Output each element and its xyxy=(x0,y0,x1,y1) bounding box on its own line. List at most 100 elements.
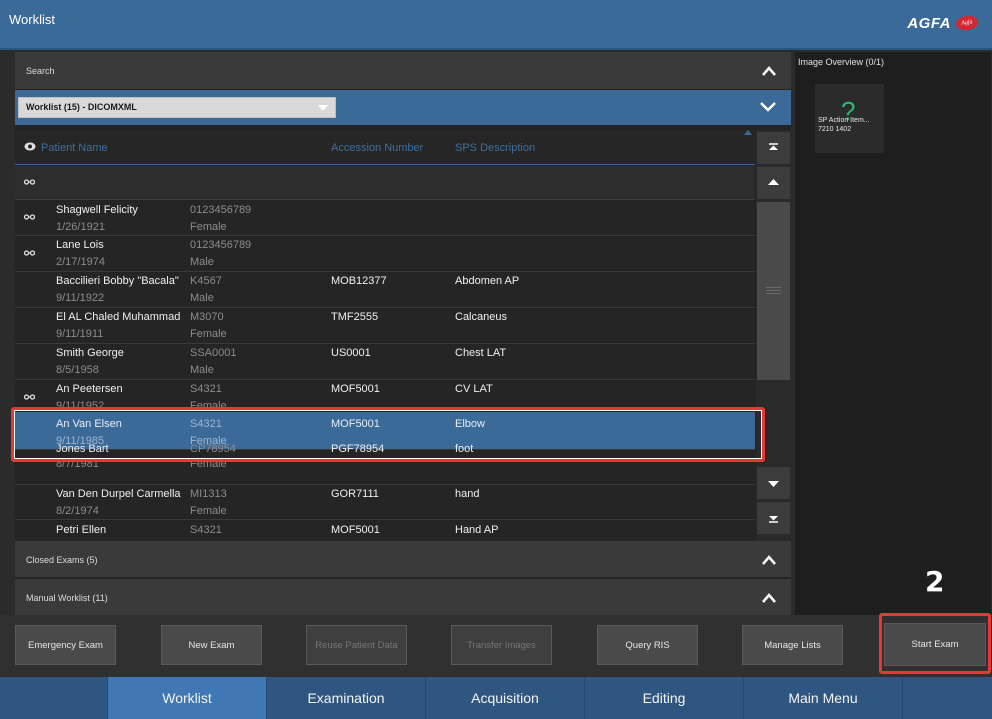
patient-dob: 9/11/1911 xyxy=(56,328,104,340)
patient-dob: 1/26/1921 xyxy=(56,221,105,233)
filter-row[interactable] xyxy=(15,166,755,200)
nav-spacer xyxy=(0,677,108,719)
sort-indicator-icon xyxy=(744,130,752,135)
glasses-icon xyxy=(24,394,35,400)
nav-examination[interactable]: Examination xyxy=(267,677,426,719)
patient-name: Smith George xyxy=(56,347,124,359)
patient-dob: 8/5/1958 xyxy=(56,364,99,376)
patient-id: K4567 xyxy=(190,275,222,287)
worklist-dropdown-value: Worklist (15) - DICOMXML xyxy=(26,102,137,112)
table-row[interactable]: Shagwell Felicity 1/26/1921 0123456789 F… xyxy=(15,201,755,236)
column-header-row: Patient Name Accession Number SPS Descri… xyxy=(15,130,755,165)
patient-sex: Female xyxy=(190,221,227,233)
scroll-to-top-icon xyxy=(769,143,778,150)
patient-name: Lane Lois xyxy=(56,239,104,251)
scroll-to-bottom-icon xyxy=(769,516,778,523)
manage-lists-button[interactable]: Manage Lists xyxy=(742,625,843,665)
start-exam-highlight xyxy=(879,613,991,674)
nav-main-menu[interactable]: Main Menu xyxy=(744,677,903,719)
scroll-bottom-button[interactable] xyxy=(757,502,790,534)
reuse-patient-data-button[interactable]: Reuse Patient Data xyxy=(306,625,407,665)
image-overview-panel: Image Overview (0/1) ? SP Action Item...… xyxy=(795,52,991,615)
transfer-images-button[interactable]: Transfer Images xyxy=(451,625,552,665)
table-row[interactable]: Van Den Durpel Carmella 8/2/1974 MI1313 … xyxy=(15,485,755,520)
image-overview-header: Image Overview (0/1) xyxy=(798,57,885,67)
patient-id: MI1313 xyxy=(190,488,227,500)
accession-number: US0001 xyxy=(331,347,371,359)
patient-name: Petri Ellen xyxy=(56,524,107,536)
patient-name: El AL Chaled Muhammad xyxy=(56,311,181,323)
search-section-label: Search xyxy=(26,66,55,76)
scroll-thumb[interactable] xyxy=(757,202,790,380)
action-toolbar: Emergency Exam New Exam Reuse Patient Da… xyxy=(0,615,992,677)
patient-dob: 2/17/1974 xyxy=(56,256,105,268)
brand-text: AGFA xyxy=(907,14,951,32)
patient-id: S4321 xyxy=(190,383,222,395)
patient-id: SSA0001 xyxy=(190,347,237,359)
sps-description: Abdomen AP xyxy=(455,275,520,287)
table-row[interactable]: Smith George 8/5/1958 SSA0001 Male US000… xyxy=(15,345,755,380)
column-sps-description[interactable]: SPS Description xyxy=(455,142,535,154)
closed-exams-header[interactable]: Closed Exams (5) xyxy=(15,541,791,577)
glasses-icon xyxy=(24,179,35,185)
thumbnail-label: SP Action Item... xyxy=(818,117,870,124)
selected-row-highlight xyxy=(11,407,765,462)
patient-sex: Female xyxy=(190,328,227,340)
title-bar: Worklist AGFA Agfa xyxy=(0,0,992,48)
sps-description: Chest LAT xyxy=(455,347,507,359)
glasses-icon xyxy=(24,250,35,256)
accession-number: MOF5001 xyxy=(331,524,380,536)
emergency-exam-button[interactable]: Emergency Exam xyxy=(15,625,116,665)
column-accession-number[interactable]: Accession Number xyxy=(331,142,423,154)
arrow-down-icon xyxy=(768,481,779,487)
search-section-header[interactable]: Search xyxy=(15,52,791,89)
scroll-up-button[interactable] xyxy=(757,167,790,199)
new-exam-button[interactable]: New Exam xyxy=(161,625,262,665)
patient-name: Van Den Durpel Carmella xyxy=(56,488,181,500)
chevron-up-icon[interactable] xyxy=(761,590,777,606)
table-row[interactable]: Baccilieri Bobby "Bacala" 9/11/1922 K456… xyxy=(15,273,755,308)
nav-acquisition[interactable]: Acquisition xyxy=(426,677,585,719)
table-scrollbar[interactable] xyxy=(756,130,791,541)
sps-description: Calcaneus xyxy=(455,311,507,323)
annotation-2: 2 xyxy=(925,565,945,598)
table-row[interactable]: Lane Lois 2/17/1974 0123456789 Male xyxy=(15,237,755,272)
patient-id: S4321 xyxy=(190,524,222,536)
table-row[interactable]: Petri Ellen S4321 MOF5001 Hand AP xyxy=(15,521,755,541)
scroll-top-button[interactable] xyxy=(757,132,790,164)
sps-description: hand xyxy=(455,488,480,500)
chevron-down-icon[interactable] xyxy=(759,100,777,114)
query-ris-button[interactable]: Query RIS xyxy=(597,625,698,665)
patient-id: M3070 xyxy=(190,311,224,323)
patient-id: 0123456789 xyxy=(190,239,252,251)
nav-worklist[interactable]: Worklist xyxy=(108,677,267,719)
manual-worklist-header[interactable]: Manual Worklist (11) xyxy=(15,579,791,615)
chevron-up-icon[interactable] xyxy=(761,552,777,568)
window-title: Worklist xyxy=(9,12,55,27)
scroll-down-button[interactable] xyxy=(757,467,790,499)
chevron-up-icon[interactable] xyxy=(761,63,777,79)
image-thumbnail[interactable]: ? SP Action Item... 7210 1402 xyxy=(815,84,884,153)
arrow-up-icon xyxy=(768,179,779,185)
sps-description: Hand AP xyxy=(455,524,499,536)
patient-sex: Male xyxy=(190,364,214,376)
worklist-dropdown[interactable]: Worklist (15) - DICOMXML xyxy=(18,97,336,118)
patient-dob: 8/2/1974 xyxy=(56,505,99,517)
sps-description: CV LAT xyxy=(455,383,493,395)
eye-icon[interactable] xyxy=(24,142,36,151)
manual-worklist-label: Manual Worklist (11) xyxy=(26,593,108,603)
patient-sex: Female xyxy=(190,505,227,517)
nav-editing[interactable]: Editing xyxy=(585,677,744,719)
accession-number: TMF2555 xyxy=(331,311,379,323)
accession-number: GOR7111 xyxy=(331,488,379,500)
patient-name: Baccilieri Bobby "Bacala" xyxy=(56,275,179,287)
column-patient-name[interactable]: Patient Name xyxy=(41,142,108,154)
accession-number: MOF5001 xyxy=(331,383,380,395)
patient-sex: Male xyxy=(190,292,214,304)
table-row[interactable]: El AL Chaled Muhammad 9/11/1911 M3070 Fe… xyxy=(15,309,755,344)
dropdown-arrow-icon xyxy=(318,105,328,111)
thumbnail-sublabel: 7210 1402 xyxy=(818,126,852,133)
accession-number: MOB12377 xyxy=(331,275,387,287)
agfa-logo: AGFA Agfa xyxy=(907,11,979,35)
glasses-icon xyxy=(24,214,35,220)
